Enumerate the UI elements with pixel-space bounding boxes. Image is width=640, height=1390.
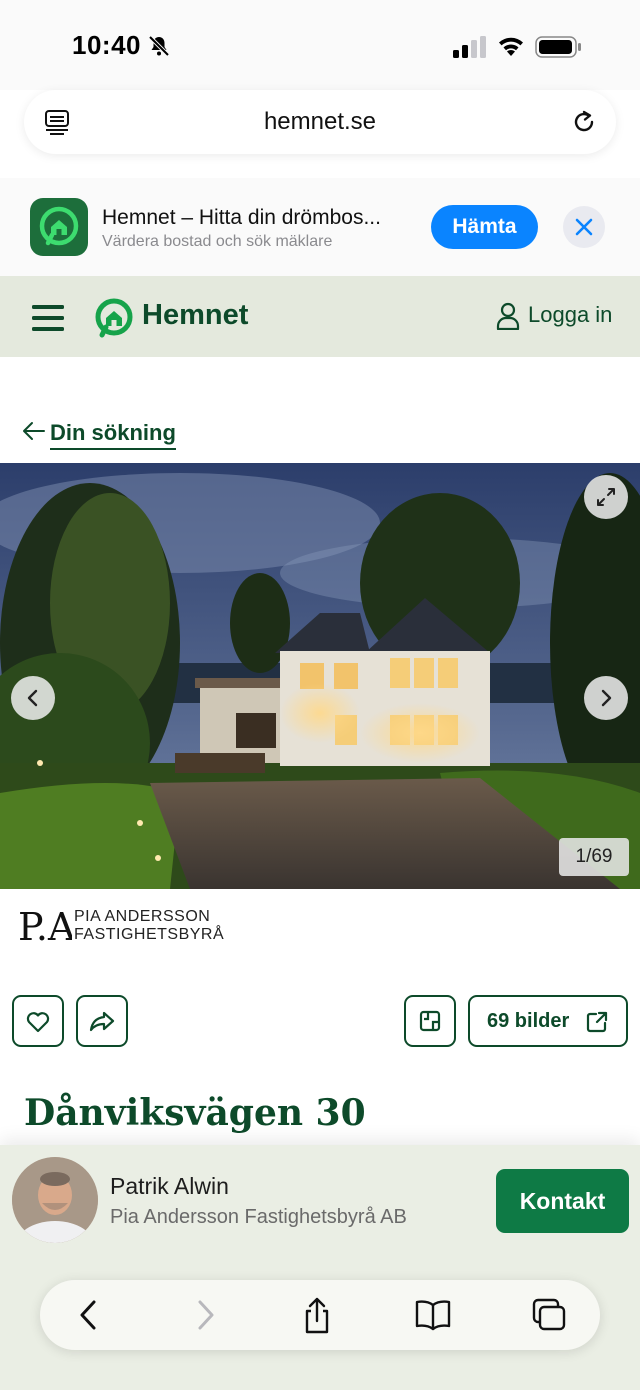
app-title: Hemnet – Hitta din drömbos... (102, 206, 381, 229)
wifi-icon (499, 37, 523, 56)
save-favorite-button[interactable] (12, 995, 64, 1047)
all-images-button[interactable]: 69 bilder (468, 995, 628, 1047)
agent-contact-bar: Patrik Alwin Pia Andersson Fastighetsbyr… (0, 1145, 640, 1390)
all-images-label: 69 bilder (487, 1010, 570, 1032)
external-link-icon (586, 1011, 608, 1033)
arrow-left-icon[interactable] (22, 419, 46, 443)
status-bar: 10:40 (0, 0, 640, 90)
agency-monogram-logo: P.A (18, 906, 72, 946)
heart-icon (26, 1012, 50, 1033)
agency-name-line1: PIA ANDERSSON (74, 908, 211, 925)
listing-address: Dånviksvägen 30 (24, 1092, 366, 1134)
app-subtitle: Värdera bostad och sök mäklare (102, 233, 333, 250)
close-banner-button[interactable] (563, 206, 605, 248)
share-icon[interactable] (301, 1297, 333, 1335)
image-counter: 1/69 (559, 838, 629, 876)
back-icon[interactable] (74, 1297, 104, 1333)
floor-plan-button[interactable] (404, 995, 456, 1047)
hemnet-logo-icon[interactable] (93, 297, 135, 339)
tabs-icon[interactable] (530, 1297, 568, 1333)
close-icon (575, 218, 593, 236)
cellular-signal-icon (453, 36, 486, 58)
battery-icon (535, 36, 581, 58)
fullscreen-button[interactable] (584, 475, 628, 519)
brand-name[interactable]: Hemnet (142, 299, 248, 332)
hemnet-app-icon (30, 198, 88, 256)
address-bar[interactable]: hemnet.se (24, 90, 616, 154)
floor-plan-icon (419, 1010, 441, 1032)
chevron-right-icon (601, 689, 612, 707)
login-link[interactable]: Logga in (528, 302, 612, 328)
hamburger-menu-icon[interactable] (32, 305, 64, 331)
expand-icon (597, 488, 615, 506)
agency-name-line2: FASTIGHETSBYRÅ (74, 926, 225, 943)
next-image-button[interactable] (584, 676, 628, 720)
status-time: 10:40 (72, 30, 141, 60)
forward-icon[interactable] (190, 1297, 220, 1333)
share-button[interactable] (76, 995, 128, 1047)
silent-bell-icon (148, 35, 170, 57)
agent-name: Patrik Alwin (110, 1173, 229, 1199)
reload-icon[interactable] (570, 108, 598, 136)
previous-image-button[interactable] (11, 676, 55, 720)
url-text[interactable]: hemnet.se (24, 108, 616, 136)
agent-avatar (12, 1157, 98, 1243)
contact-button[interactable]: Kontakt (496, 1169, 629, 1233)
svg-text:P.A: P.A (18, 906, 72, 946)
browser-toolbar (40, 1280, 600, 1350)
bookmarks-icon[interactable] (414, 1297, 452, 1333)
house-photo (0, 463, 640, 889)
chevron-left-icon (27, 689, 38, 707)
back-to-search-link[interactable]: Din sökning (50, 420, 176, 450)
app-install-banner: Hemnet – Hitta din drömbos... Värdera bo… (0, 178, 640, 276)
agent-company: Pia Andersson Fastighetsbyrå AB (110, 1206, 407, 1228)
get-app-button[interactable]: Hämta (431, 205, 538, 249)
share-arrow-icon (89, 1011, 115, 1032)
listing-photo[interactable]: 1/69 (0, 463, 640, 889)
site-header: Hemnet Logga in (0, 276, 640, 357)
user-icon[interactable] (496, 302, 520, 330)
